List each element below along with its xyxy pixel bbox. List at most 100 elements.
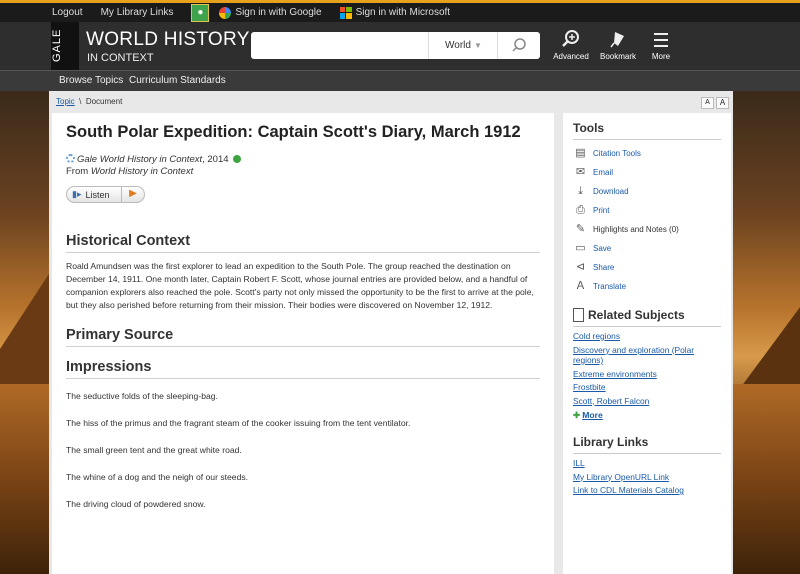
source-name: Gale World History in Context: [77, 154, 203, 165]
tool-label: Share: [593, 263, 615, 272]
tools-heading: Tools: [573, 121, 721, 140]
hamburger-icon: [654, 33, 668, 47]
related-subject-link[interactable]: Extreme environments: [573, 369, 721, 380]
play-icon[interactable]: ▶: [121, 186, 144, 203]
related-subject-link[interactable]: Scott, Robert Falcon: [573, 396, 721, 407]
advanced-search-icon: [562, 30, 579, 47]
search-scope-dropdown[interactable]: World ▼: [428, 32, 496, 59]
library-link[interactable]: ILL: [573, 458, 721, 469]
print-icon: ⎙: [576, 204, 585, 216]
search-icon: [512, 38, 526, 52]
library-link[interactable]: Link to CDL Materials Catalog: [573, 485, 721, 496]
library-link[interactable]: My Library OpenURL Link: [573, 472, 721, 483]
tools-list: ▤ Citation Tools ✉ Email ⤓ Download ⎙ Print …: [573, 144, 721, 296]
more-subjects-link[interactable]: ✚ More: [573, 410, 721, 421]
related-subject-link[interactable]: Discovery and exploration (Polar regions…: [573, 345, 721, 366]
tool-save[interactable]: ▭ Save: [573, 239, 721, 258]
impression-line: The whine of a dog and the neigh of our …: [66, 472, 249, 483]
tool-label: Citation Tools: [593, 149, 641, 158]
advanced-search-button[interactable]: Advanced: [549, 30, 593, 61]
search-scope-label: World: [445, 40, 471, 51]
site-header: GALE WORLD HISTORY IN CONTEXT World ▼ Adv…: [0, 22, 800, 70]
nav-bar: Browse Topics Curriculum Standards: [0, 70, 800, 91]
related-subjects-title: Related Subjects: [588, 308, 685, 322]
more-label: More: [651, 52, 671, 61]
font-size-controls: A A: [701, 97, 729, 109]
related-subjects-heading: Related Subjects: [573, 308, 721, 327]
heading-impressions: Impressions: [66, 359, 540, 380]
download-icon: ⤓: [578, 185, 583, 197]
tool-label: Highlights and Notes (0): [593, 225, 679, 234]
citation-icon: ▤: [575, 147, 586, 159]
article: South Polar Expedition: Captain Scott's …: [52, 113, 554, 574]
microsoft-signin-link[interactable]: Sign in with Microsoft: [356, 7, 450, 18]
breadcrumb-current: Document: [85, 97, 123, 106]
from-prefix: From: [66, 166, 91, 177]
bookmark-button[interactable]: Bookmark: [596, 30, 640, 61]
translate-icon: Ａ: [575, 280, 586, 292]
impression-line: The seductive folds of the sleeping-bag.: [66, 391, 218, 402]
related-subjects-list: Cold regions Discovery and exploration (…: [573, 331, 721, 421]
font-decrease-button[interactable]: A: [701, 97, 714, 109]
tool-label: Print: [593, 206, 610, 215]
advanced-label: Advanced: [553, 52, 589, 61]
heading-primary-source: Primary Source: [66, 327, 540, 348]
library-links-list: ILL My Library OpenURL Link Link to CDL …: [573, 458, 721, 496]
document-title: South Polar Expedition: Captain Scott's …: [66, 123, 521, 141]
related-subject-link[interactable]: Cold regions: [573, 331, 721, 342]
impression-line: The driving cloud of powdered snow.: [66, 499, 206, 510]
product-title[interactable]: WORLD HISTORY: [86, 29, 250, 51]
search-input[interactable]: [257, 36, 422, 55]
loading-icon: [66, 154, 75, 163]
microsoft-icon: [339, 6, 352, 19]
bookmark-label: Bookmark: [599, 52, 636, 61]
source-citation: Gale World History in Context, 2014 From…: [66, 154, 540, 178]
google-signin-link[interactable]: Sign in with Google: [235, 7, 321, 18]
listen-label: Listen: [85, 189, 110, 200]
content-panel: Topic \ Document A A South Polar Expedit…: [49, 91, 733, 574]
account-icon[interactable]: ●: [191, 3, 210, 22]
document-icon: [573, 308, 584, 322]
more-label: More: [582, 410, 603, 420]
font-increase-button[interactable]: A: [716, 97, 729, 109]
search-button[interactable]: [497, 32, 540, 59]
breadcrumb-topic-link[interactable]: Topic: [56, 97, 75, 106]
sidebar: Tools ▤ Citation Tools ✉ Email ⤓ Download ⎙…: [563, 113, 731, 574]
tool-translate[interactable]: Ａ Translate: [573, 277, 721, 296]
breadcrumb: Topic \ Document: [56, 97, 122, 106]
gale-logo[interactable]: GALE: [51, 22, 79, 70]
tool-highlights[interactable]: ✎ Highlights and Notes (0): [573, 220, 721, 239]
folder-icon: ▭: [575, 242, 586, 254]
tool-label: Translate: [593, 282, 627, 291]
highlight-icon: ✎: [575, 223, 586, 235]
google-icon: [219, 6, 232, 19]
historical-context-text: Roald Amundsen was the first explorer to…: [66, 261, 534, 311]
my-library-links-link[interactable]: My Library Links: [101, 7, 174, 18]
curriculum-standards-link[interactable]: Curriculum Standards: [129, 75, 226, 86]
listen-button[interactable]: ▮▸ Listen ▶: [66, 186, 145, 203]
product-subtitle: IN CONTEXT: [87, 52, 154, 64]
tool-label: Email: [593, 168, 614, 177]
tool-share[interactable]: ⊲ Share: [573, 258, 721, 277]
tool-label: Download: [593, 187, 629, 196]
more-menu-button[interactable]: More: [639, 30, 683, 61]
impression-line: The small green tent and the great white…: [66, 445, 242, 456]
tool-download[interactable]: ⤓ Download: [573, 182, 721, 201]
tool-email[interactable]: ✉ Email: [573, 163, 721, 182]
tool-citation[interactable]: ▤ Citation Tools: [573, 144, 721, 163]
library-links-heading: Library Links: [573, 435, 721, 454]
from-source: World History in Context: [90, 166, 194, 177]
email-icon: ✉: [575, 166, 586, 178]
source-year: , 2014: [202, 154, 229, 165]
impression-line: The hiss of the primus and the fragrant …: [66, 418, 411, 429]
utility-bar: Logout My Library Links ● Sign in with G…: [0, 0, 800, 22]
speaker-icon: ▮▸: [72, 189, 82, 199]
tool-label: Save: [593, 244, 612, 253]
chevron-down-icon: ▼: [473, 41, 482, 50]
logout-link[interactable]: Logout: [52, 7, 83, 18]
bookmark-icon: [610, 32, 624, 48]
tool-print[interactable]: ⎙ Print: [573, 201, 721, 220]
breadcrumb-separator: \: [79, 97, 82, 106]
related-subject-link[interactable]: Frostbite: [573, 382, 721, 393]
browse-topics-link[interactable]: Browse Topics: [59, 75, 123, 86]
